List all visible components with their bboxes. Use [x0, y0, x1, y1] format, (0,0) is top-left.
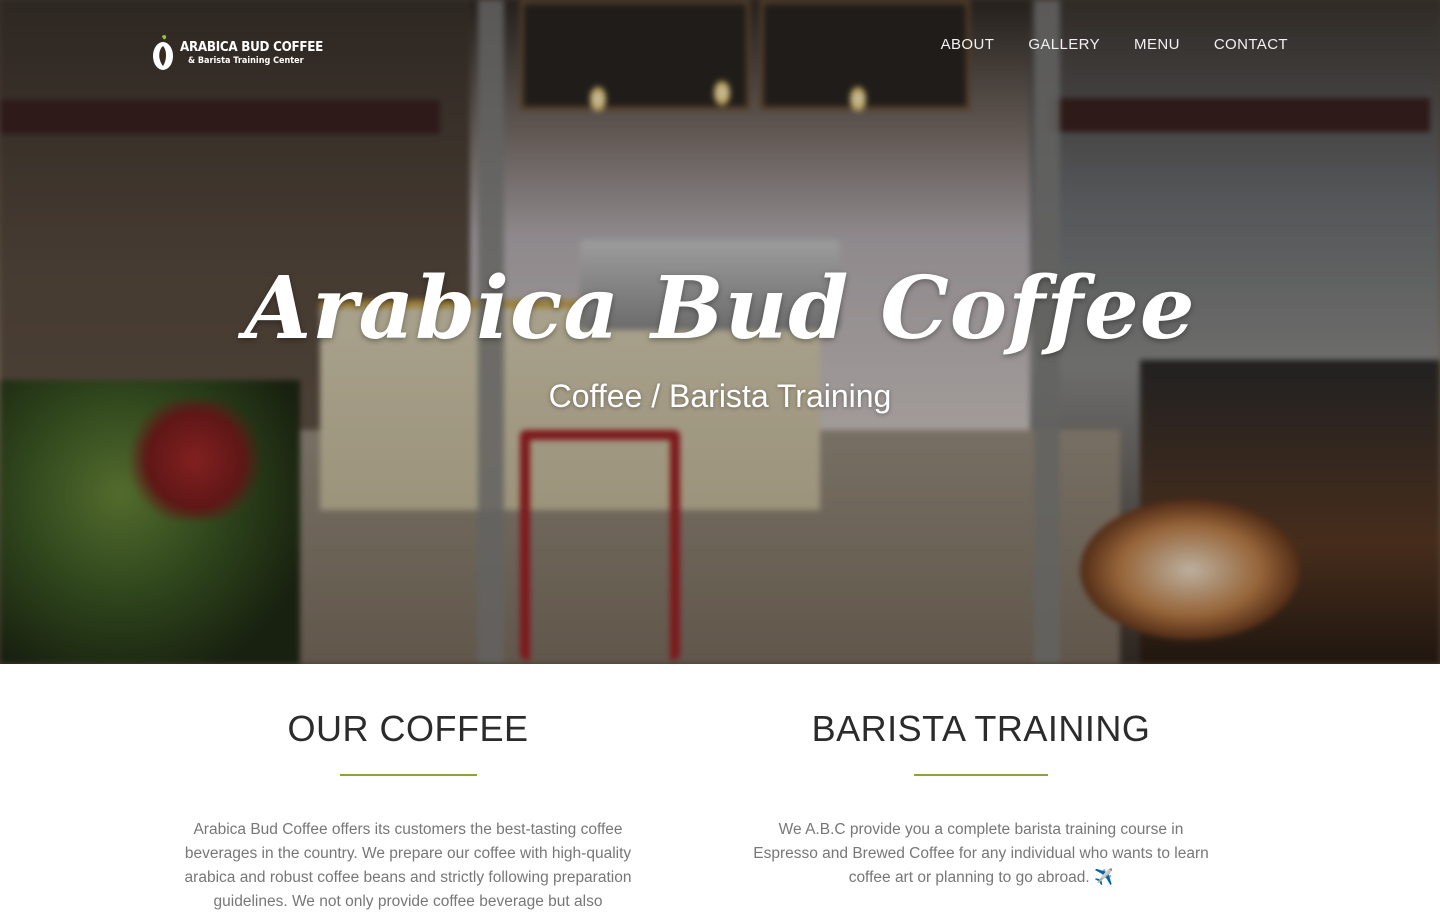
brand-logo[interactable]: ARABICA BUD COFFEE & Barista Training Ce… [152, 34, 336, 72]
heading-divider [914, 774, 1048, 776]
navbar: ARABICA BUD COFFEE & Barista Training Ce… [0, 0, 1440, 90]
nav-link-gallery[interactable]: GALLERY [1028, 36, 1100, 53]
logo-title: ARABICA BUD COFFEE [180, 39, 324, 55]
barista-training-text: We A.B.C provide you a complete barista … [753, 821, 1209, 886]
hero-title: Arabica Bud Coffee [244, 258, 1196, 359]
heading-divider [339, 774, 477, 776]
nav-link-about[interactable]: ABOUT [941, 36, 995, 53]
logo-subtitle: & Barista Training Center [188, 55, 304, 66]
main-nav: ABOUT GALLERY MENU CONTACT [941, 36, 1288, 53]
hero-subtitle: Coffee / Barista Training [548, 378, 892, 414]
nav-link-menu[interactable]: MENU [1134, 36, 1180, 53]
nav-link-contact[interactable]: CONTACT [1214, 36, 1288, 53]
our-coffee-section: OUR COFFEE Arabica Bud Coffee offers its… [170, 708, 646, 914]
barista-training-section: BARISTA TRAINING We A.B.C provide you a … [753, 708, 1209, 890]
our-coffee-heading: OUR COFFEE [287, 708, 529, 749]
hero-section: ARABICA BUD COFFEE & Barista Training Ce… [0, 0, 1440, 664]
intro-sections: OUR COFFEE Arabica Bud Coffee offers its… [0, 664, 1440, 910]
barista-training-heading: BARISTA TRAINING [811, 708, 1151, 749]
coffee-cup-icon [152, 34, 176, 72]
